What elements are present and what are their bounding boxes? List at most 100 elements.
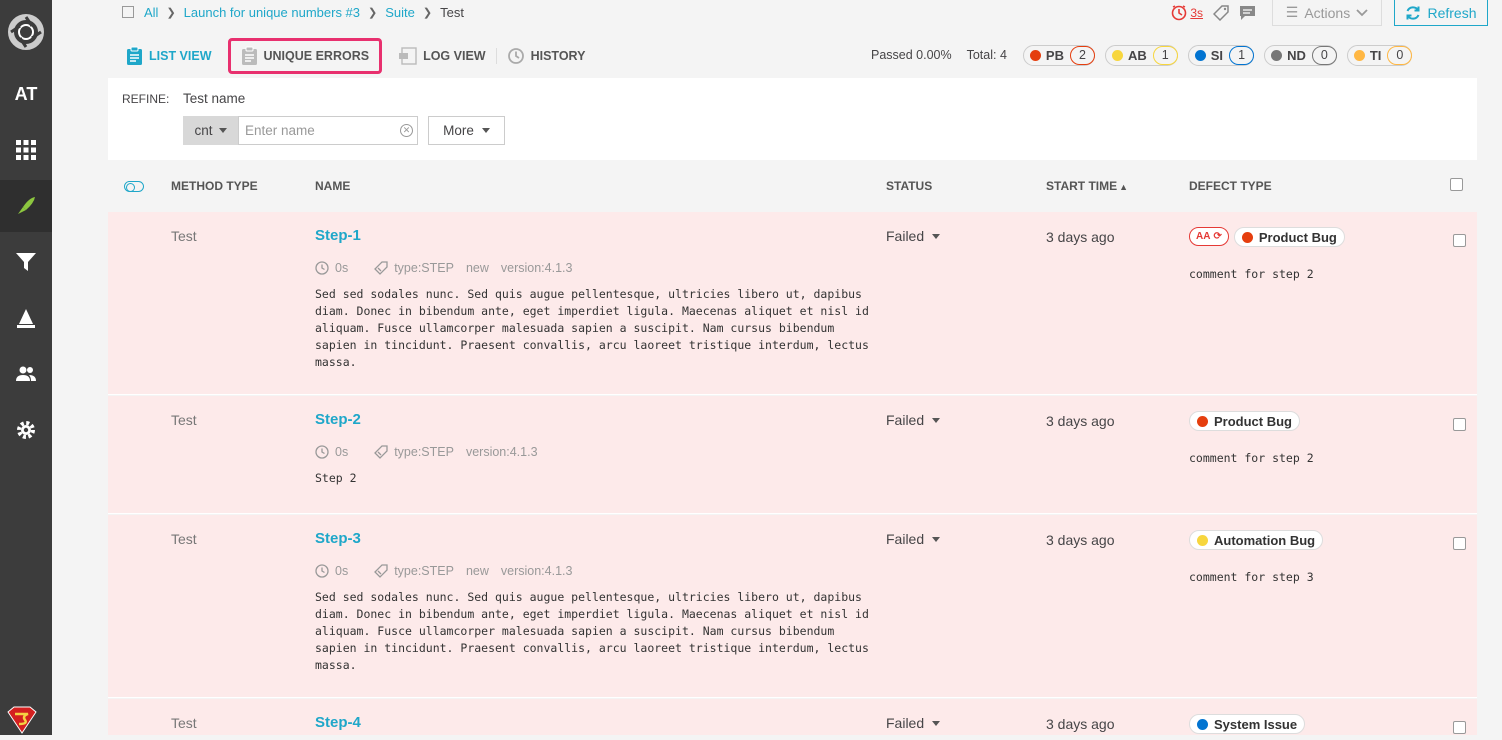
- product-bug-dot-icon: [1197, 415, 1208, 427]
- tab-log-view[interactable]: LOG VIEW: [388, 40, 496, 72]
- start-time: 3 days ago: [1046, 413, 1115, 429]
- stat-system-issue[interactable]: SI 1: [1187, 44, 1255, 66]
- sidebar: AT: [0, 0, 52, 735]
- stat-count: 1: [1152, 45, 1178, 65]
- col-name[interactable]: NAME: [315, 179, 350, 193]
- defect-badge[interactable]: System Issue: [1189, 714, 1306, 734]
- status-value: Failed: [886, 531, 925, 547]
- tab-history-label: HISTORY: [530, 49, 586, 63]
- tab-unique-errors[interactable]: UNIQUE ERRORS: [227, 38, 383, 74]
- status-dropdown[interactable]: Failed: [886, 715, 941, 731]
- item-version[interactable]: version:4.1.3: [466, 445, 538, 459]
- row-checkbox[interactable]: [1453, 418, 1466, 431]
- members-icon[interactable]: [0, 348, 52, 400]
- item-version[interactable]: version:4.1.3: [501, 261, 573, 275]
- project-selector[interactable]: AT: [0, 68, 52, 120]
- refresh-button[interactable]: Refresh: [1394, 0, 1488, 26]
- breadcrumb-suite[interactable]: Suite: [385, 5, 415, 20]
- status-dropdown[interactable]: Failed: [886, 531, 941, 547]
- comment-icon[interactable]: [1239, 5, 1256, 21]
- col-method-type[interactable]: METHOD TYPE: [171, 179, 258, 193]
- breadcrumb-launch[interactable]: Launch for unique numbers #3: [184, 5, 360, 20]
- attributes-icon[interactable]: [1213, 5, 1229, 21]
- settings-icon[interactable]: [0, 404, 52, 456]
- defect-label: Product Bug: [1214, 413, 1292, 429]
- method-type: Test: [171, 715, 197, 731]
- refresh-icon: [1406, 5, 1420, 20]
- table-row[interactable]: Test Step-2 0s type:STEP version:4.1.3 S…: [108, 396, 1477, 514]
- row-checkbox[interactable]: [1453, 234, 1466, 247]
- collapse-icon[interactable]: [122, 6, 134, 18]
- refine-panel: REFINE: Test name cnt Enter name ✕ More: [108, 78, 1477, 160]
- actions-button[interactable]: ☰ Actions: [1272, 0, 1382, 26]
- condition-dropdown[interactable]: cnt: [183, 116, 238, 145]
- select-all-checkbox[interactable]: [1450, 178, 1463, 191]
- expand-toggle[interactable]: [124, 181, 144, 192]
- launches-icon[interactable]: [0, 180, 52, 232]
- tab-list-view[interactable]: LIST VIEW: [116, 40, 222, 72]
- item-version[interactable]: version:4.1.3: [501, 564, 573, 578]
- status-dropdown[interactable]: Failed: [886, 228, 941, 244]
- table-row[interactable]: Test Step-3 0s type:STEP new version:4.1…: [108, 515, 1477, 698]
- row-checkbox[interactable]: [1453, 537, 1466, 550]
- defect-type: System Issue: [1189, 714, 1306, 734]
- stat-automation-bug[interactable]: AB 1: [1104, 44, 1178, 66]
- item-meta: 0s type:STEP new version:4.1.3: [315, 261, 572, 275]
- menu-icon: ☰: [1285, 4, 1299, 20]
- sort-asc-icon: ▲: [1119, 182, 1129, 192]
- dashboard-icon[interactable]: [0, 124, 52, 176]
- method-type: Test: [171, 228, 197, 244]
- stat-label: PB: [1045, 47, 1064, 63]
- item-name-link[interactable]: Step-4: [315, 714, 361, 731]
- clock-icon: [315, 564, 329, 578]
- defect-badge[interactable]: Automation Bug: [1189, 530, 1324, 550]
- duration-indicator[interactable]: 3s: [1171, 5, 1203, 21]
- app-logo-icon[interactable]: [6, 12, 46, 52]
- clear-icon[interactable]: ✕: [400, 124, 413, 137]
- breadcrumb-all[interactable]: All: [144, 5, 158, 20]
- item-tag[interactable]: new: [466, 564, 489, 578]
- item-tag[interactable]: new: [466, 261, 489, 275]
- defect-badge[interactable]: Product Bug: [1233, 227, 1345, 247]
- stat-product-bug[interactable]: PB 2: [1022, 44, 1095, 66]
- item-attribute[interactable]: type:STEP: [394, 564, 454, 578]
- more-filters-button[interactable]: More: [428, 116, 505, 145]
- item-duration: 0s: [335, 261, 349, 275]
- row-checkbox[interactable]: [1453, 721, 1466, 734]
- tab-history[interactable]: HISTORY: [497, 40, 596, 72]
- stat-no-defect[interactable]: ND 0: [1264, 44, 1337, 66]
- launch-stats: Passed 0.00% Total: 4 PB 2 AB 1 SI 1 ND …: [871, 44, 1413, 66]
- name-filter-input[interactable]: Enter name ✕: [238, 116, 418, 145]
- item-attribute[interactable]: type:STEP: [394, 445, 454, 459]
- caret-down-icon: [932, 720, 941, 726]
- stat-to-investigate[interactable]: TI 0: [1346, 44, 1413, 66]
- item-name-link[interactable]: Step-1: [315, 227, 361, 244]
- col-defect-type[interactable]: DEFECT TYPE: [1189, 179, 1272, 193]
- user-avatar-icon[interactable]: [6, 706, 38, 735]
- status-dropdown[interactable]: Failed: [886, 412, 941, 428]
- item-attribute[interactable]: type:STEP: [394, 261, 454, 275]
- breadcrumb-current: Test: [440, 4, 464, 20]
- more-label: More: [443, 123, 474, 138]
- item-name-link[interactable]: Step-2: [315, 411, 361, 428]
- stat-count: 2: [1069, 45, 1095, 65]
- defect-type: Automation Bug: [1189, 530, 1324, 550]
- table-row[interactable]: Test Step-1 0s type:STEP new version:4.1…: [108, 212, 1477, 395]
- method-type: Test: [171, 412, 197, 428]
- tab-unique-label: UNIQUE ERRORS: [263, 49, 370, 63]
- col-status[interactable]: STATUS: [886, 179, 932, 193]
- product-bug-dot-icon: [1029, 49, 1041, 61]
- filter-icon[interactable]: [0, 236, 52, 288]
- table-row[interactable]: Test Step-4 Failed 3 days ago System Iss…: [108, 699, 1477, 735]
- debug-icon[interactable]: [0, 292, 52, 344]
- defect-badge[interactable]: Product Bug: [1189, 411, 1300, 431]
- caret-down-icon: [481, 128, 490, 133]
- method-type: Test: [171, 531, 197, 547]
- history-icon: [507, 48, 524, 64]
- log-icon: [399, 47, 417, 65]
- status-value: Failed: [886, 715, 925, 731]
- clock-icon: [1172, 5, 1187, 21]
- chevron-right-icon: ❯: [166, 6, 176, 19]
- item-name-link[interactable]: Step-3: [315, 530, 361, 547]
- col-start-time[interactable]: START TIME ▲: [1046, 179, 1128, 193]
